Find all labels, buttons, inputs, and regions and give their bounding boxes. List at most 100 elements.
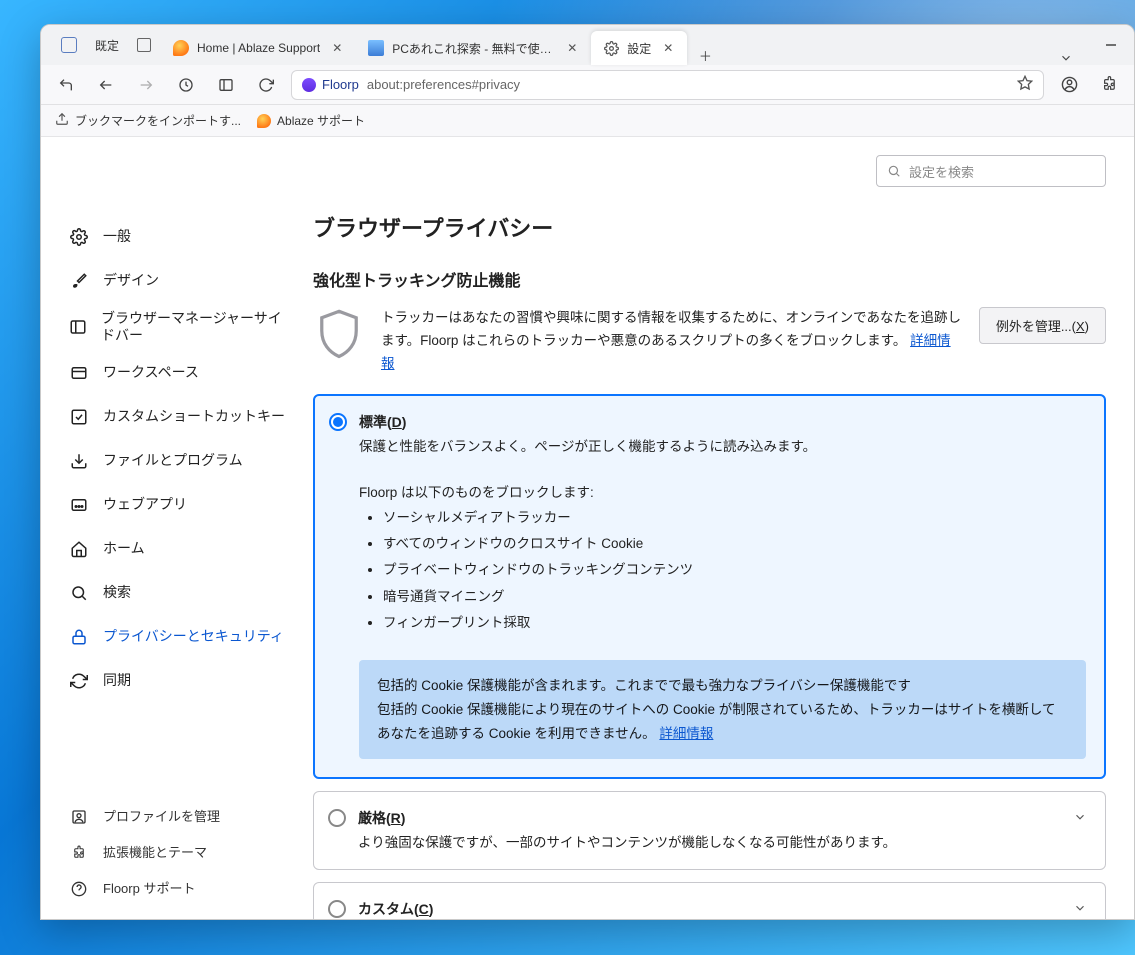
floorp-icon (302, 78, 316, 92)
back-button[interactable] (91, 70, 121, 100)
titlebar: 既定 Home | Ablaze Support ✕ PCあれこれ探索 - 無料… (41, 25, 1134, 65)
tab-pc-arekore[interactable]: PCあれこれ探索 - 無料で使えるフリー… ✕ (356, 31, 591, 65)
undo-close-button[interactable] (51, 70, 81, 100)
sidebar-item-sync[interactable]: 同期 (63, 659, 297, 703)
close-icon[interactable]: ✕ (563, 41, 581, 55)
lock-icon (69, 627, 89, 647)
bookmark-ablaze-support[interactable]: Ablaze サポート (257, 112, 365, 129)
tab-overflow-button[interactable] (1044, 51, 1088, 65)
protection-card-standard[interactable]: 標準(D) 保護と性能をバランスよく。ページが正しく機能するように読み込みます。… (313, 394, 1106, 779)
sidebar-toggle-button[interactable] (211, 70, 241, 100)
card-desc: より強固な保護ですが、一部のサイトやコンテンツが機能しなくなる可能性があります。 (314, 832, 1105, 869)
url-text: about:preferences#privacy (367, 77, 520, 92)
search-icon (69, 583, 89, 603)
extensions-button[interactable] (1094, 70, 1124, 100)
url-bar[interactable]: Floorp about:preferences#privacy (291, 70, 1044, 100)
sidebar-item-privacy[interactable]: プライバシーとセキュリティ (63, 615, 297, 659)
profile-icon (69, 807, 89, 827)
tab-settings[interactable]: 設定 ✕ (591, 31, 687, 65)
intro-body: トラッカーはあなたの習慣や興味に関する情報を収集するために、オンラインであなたを… (381, 310, 961, 348)
card-desc: 保護と性能をバランスよく。ページが正しく機能するように読み込みます。 (315, 436, 1104, 473)
sidebar-item-workspace[interactable]: ワークスペース (63, 351, 297, 395)
learn-more-link[interactable]: 詳細情報 (659, 726, 713, 741)
card-title: カスタム(C) (358, 899, 433, 919)
import-bookmarks-button[interactable]: ブックマークをインポートす... (55, 112, 241, 129)
protection-card-custom[interactable]: カスタム(C) ブロックするトラッカーとスクリプトを選択します。 (313, 882, 1106, 919)
sidebar-item-label: プライバシーとセキュリティ (103, 628, 284, 646)
tab-home-ablaze[interactable]: Home | Ablaze Support ✕ (161, 31, 356, 65)
account-button[interactable] (1054, 70, 1084, 100)
sidebar-item-support[interactable]: Floorp サポート (63, 871, 297, 907)
sidebar-item-extensions[interactable]: 拡張機能とテーマ (63, 835, 297, 871)
tab-label: 設定 (627, 40, 651, 57)
site-name: Floorp (322, 77, 359, 92)
settings-pane: ブラウザープライバシー 強化型トラッキング防止機能 トラッカーはあなたの習慣や興… (301, 187, 1134, 919)
sidebar-item-profiles[interactable]: プロファイルを管理 (63, 799, 297, 835)
webapp-icon (69, 495, 89, 515)
close-icon[interactable]: ✕ (328, 41, 346, 55)
protection-card-strict[interactable]: 厳格(R) より強固な保護ですが、一部のサイトやコンテンツが機能しなくなる可能性… (313, 791, 1106, 870)
site-favicon (368, 40, 384, 56)
sidebar-item-label: ブラウザーマネージャーサイドバー (101, 310, 285, 345)
settings-search-input[interactable]: 設定を検索 (876, 155, 1106, 187)
radio-strict[interactable] (328, 809, 346, 827)
tab-label: PCあれこれ探索 - 無料で使えるフリー… (392, 40, 555, 57)
sidebar-item-label: ワークスペース (103, 364, 199, 382)
sidebar-item-browser-manager[interactable]: ブラウザーマネージャーサイドバー (63, 303, 297, 351)
list-item: フィンガープリント採取 (383, 610, 1086, 636)
page-title: ブラウザープライバシー (313, 211, 1106, 243)
tracking-intro-text: トラッカーはあなたの習慣や興味に関する情報を収集するために、オンラインであなたを… (381, 307, 963, 376)
sidebar-item-label: ファイルとプログラム (103, 452, 243, 470)
ablaze-flame-icon (257, 114, 271, 128)
sidebar-item-label: 一般 (103, 228, 131, 246)
bookmarks-bar: ブックマークをインポートす... Ablaze サポート (41, 105, 1134, 137)
home-icon (69, 539, 89, 559)
bookmark-star-icon[interactable] (1017, 75, 1033, 94)
sidebar-item-label: 同期 (103, 672, 131, 690)
import-icon (55, 112, 69, 129)
info-body: 包括的 Cookie 保護機能により現在のサイトへの Cookie が制限されて… (377, 702, 1055, 741)
shield-icon (313, 307, 365, 363)
sidebar-item-files-programs[interactable]: ファイルとプログラム (63, 439, 297, 483)
tab-label: Home | Ablaze Support (197, 41, 320, 55)
sidebar-item-label: ウェブアプリ (103, 496, 187, 514)
forward-button[interactable] (131, 70, 161, 100)
overview-icon[interactable] (137, 38, 151, 52)
reload-button[interactable] (251, 70, 281, 100)
radio-standard[interactable] (329, 413, 347, 431)
overview-label: 既定 (95, 37, 119, 54)
sidebar-item-shortcuts[interactable]: カスタムショートカットキー (63, 395, 297, 439)
card-title: 標準(D) (359, 412, 406, 432)
sidebar-item-label: プロファイルを管理 (103, 809, 220, 825)
tracking-heading: 強化型トラッキング防止機能 (313, 267, 1106, 291)
chevron-down-icon[interactable] (1073, 808, 1087, 827)
sidebar-item-label: ホーム (103, 540, 145, 558)
search-icon (887, 164, 901, 178)
new-tab-button[interactable]: ＋ (687, 46, 723, 65)
settings-sidebar: 一般 デザイン ブラウザーマネージャーサイドバー ワークスペース (41, 187, 301, 919)
radio-custom[interactable] (328, 900, 346, 918)
sidebar-item-label: カスタムショートカットキー (103, 408, 285, 426)
sidebar-item-webapps[interactable]: ウェブアプリ (63, 483, 297, 527)
sidebar-item-home[interactable]: ホーム (63, 527, 297, 571)
help-icon (69, 879, 89, 899)
chevron-down-icon[interactable] (1073, 899, 1087, 918)
sidebar-item-label: デザイン (103, 272, 159, 290)
list-item: ソーシャルメディアトラッカー (383, 505, 1086, 531)
list-item: プライベートウィンドウのトラッキングコンテンツ (383, 557, 1086, 583)
card-title: 厳格(R) (358, 808, 405, 828)
panel-icon (69, 317, 87, 337)
cookie-protection-info: 包括的 Cookie 保護機能が含まれます。これまでで最も強力なプライバシー保護… (359, 660, 1086, 759)
browser-window: 既定 Home | Ablaze Support ✕ PCあれこれ探索 - 無料… (40, 24, 1135, 920)
site-identity-chip[interactable]: Floorp (302, 77, 359, 92)
close-icon[interactable]: ✕ (659, 41, 677, 55)
puzzle-icon (69, 843, 89, 863)
gear-icon (69, 227, 89, 247)
manage-exceptions-button[interactable]: 例外を管理...(X) (979, 307, 1106, 344)
sidebar-item-general[interactable]: 一般 (63, 215, 297, 259)
sidebar-item-search[interactable]: 検索 (63, 571, 297, 615)
history-button[interactable] (171, 70, 201, 100)
sidebar-item-design[interactable]: デザイン (63, 259, 297, 303)
sidebar-item-label: 検索 (103, 584, 131, 602)
window-minimize-button[interactable] (1088, 25, 1134, 65)
